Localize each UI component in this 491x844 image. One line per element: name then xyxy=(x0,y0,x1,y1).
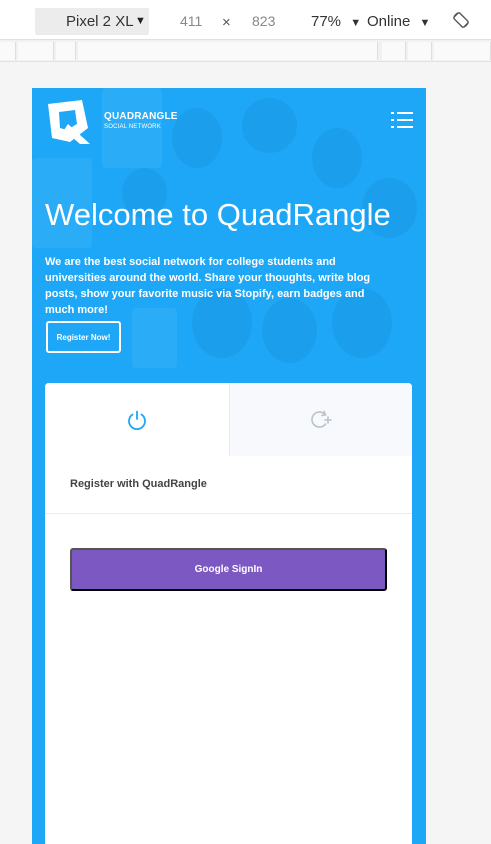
menu-line xyxy=(397,119,413,121)
ruler-segment[interactable] xyxy=(408,42,432,60)
media-query-ruler xyxy=(0,40,491,62)
zoom-select[interactable]: 77% ▼ xyxy=(311,13,361,30)
chevron-down-icon: ▼ xyxy=(135,15,146,27)
power-icon xyxy=(128,410,146,430)
device-toolbar: Pixel 2 XL ▼ 411 × 823 77% ▼ Online ▼ xyxy=(0,0,491,40)
ruler-segment[interactable] xyxy=(56,42,76,60)
ruler-segment[interactable] xyxy=(382,42,406,60)
rotate-icon[interactable] xyxy=(452,11,470,29)
menu-icon[interactable] xyxy=(391,111,413,129)
throttle-value: Online xyxy=(367,13,411,30)
chevron-down-icon: ▼ xyxy=(419,17,431,29)
ruler-segment[interactable] xyxy=(0,42,16,60)
background-photo xyxy=(242,98,297,153)
register-now-button[interactable]: Register Now! xyxy=(46,321,121,353)
ruler-segment[interactable] xyxy=(434,42,491,60)
zoom-value: 77% xyxy=(311,13,342,30)
hero-description: We are the best social network for colle… xyxy=(45,256,371,316)
auth-card: Register with QuadRangle Google SignIn xyxy=(45,383,412,844)
background-photo xyxy=(312,128,362,188)
brand-tagline: SOCIAL NETWORK xyxy=(104,124,161,130)
height-input[interactable]: 823 xyxy=(252,13,275,29)
hero-title: Welcome to QuadRangle xyxy=(45,197,391,232)
google-signin-button[interactable]: Google SignIn xyxy=(70,548,387,591)
device-select[interactable]: Pixel 2 XL ▼ xyxy=(35,8,149,35)
section-title: Register with QuadRangle xyxy=(70,478,207,490)
divider xyxy=(45,513,412,514)
ruler-segment[interactable] xyxy=(78,42,378,60)
brand-name: QUADRANGLE xyxy=(104,111,178,122)
menu-dot xyxy=(391,126,394,128)
menu-line xyxy=(397,112,413,114)
dimension-separator: × xyxy=(222,14,231,31)
width-input[interactable]: 411 xyxy=(180,13,202,29)
background-photo xyxy=(172,108,222,168)
menu-line xyxy=(397,126,413,128)
auth-tabs xyxy=(45,383,412,456)
throttle-select[interactable]: Online ▼ xyxy=(367,13,430,30)
ruler-segment[interactable] xyxy=(18,42,54,60)
menu-dot xyxy=(391,119,394,121)
device-name: Pixel 2 XL xyxy=(66,13,134,30)
quadrangle-logo xyxy=(48,100,90,144)
menu-dot xyxy=(391,112,394,114)
refresh-plus-icon xyxy=(311,410,332,428)
tab-register[interactable] xyxy=(229,383,412,456)
phone-screen: QUADRANGLE SOCIAL NETWORK Welcome to Qua… xyxy=(32,88,426,844)
tab-login[interactable] xyxy=(45,383,229,456)
chevron-down-icon: ▼ xyxy=(350,17,362,29)
